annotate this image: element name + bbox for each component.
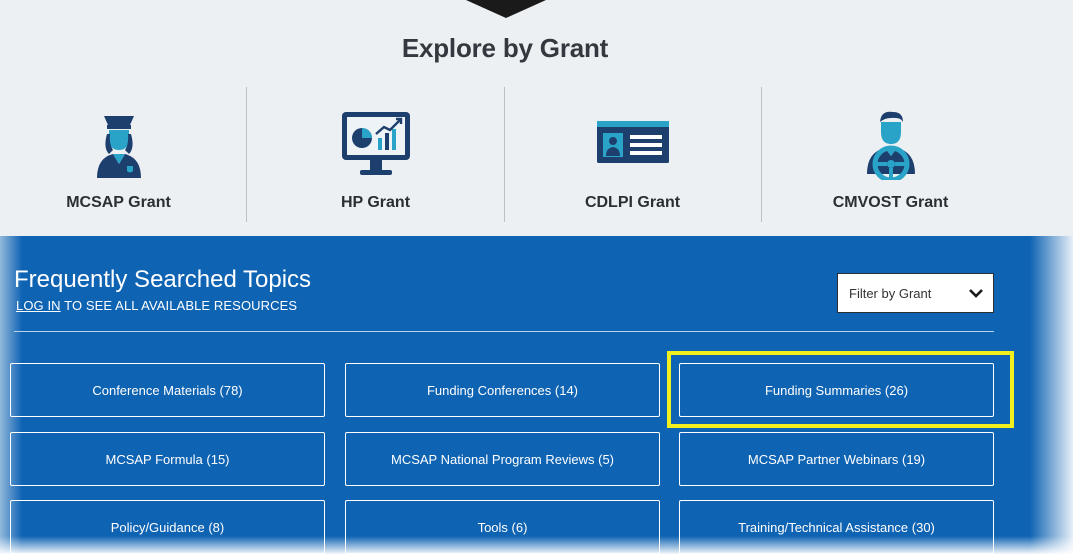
topic-button[interactable]: MCSAP Partner Webinars (19) — [679, 432, 994, 486]
section-divider — [14, 331, 994, 332]
grant-card-cdlpi[interactable]: CDLPI Grant — [504, 88, 761, 222]
id-card-icon — [596, 121, 669, 163]
topic-button[interactable]: MCSAP Formula (15) — [10, 432, 325, 486]
bottom-fade — [0, 536, 1073, 554]
login-notice-text: TO SEE ALL AVAILABLE RESOURCES — [60, 298, 298, 313]
grant-label: MCSAP Grant — [66, 194, 171, 211]
section-notch — [466, 0, 546, 18]
grant-card-mcsap[interactable]: MCSAP Grant — [0, 88, 247, 222]
monitor-chart-icon — [341, 112, 410, 175]
page: Explore by Grant MCSAP Grant HP Grant CD… — [0, 0, 1073, 554]
login-link[interactable]: LOG IN — [16, 298, 61, 313]
chevron-down-icon — [969, 289, 983, 298]
driver-icon — [866, 111, 915, 180]
officer-icon — [96, 116, 141, 178]
highlight-box — [667, 351, 1014, 428]
topic-button[interactable]: Conference Materials (78) — [10, 363, 325, 417]
login-notice: LOG IN TO SEE ALL AVAILABLE RESOURCES — [16, 298, 297, 313]
section-title: Frequently Searched Topics — [14, 266, 312, 293]
grant-label: CMVOST Grant — [832, 194, 949, 211]
grant-card-hp[interactable]: HP Grant — [247, 88, 504, 222]
topic-button[interactable]: MCSAP National Program Reviews (5) — [345, 432, 660, 486]
filter-label: Filter by Grant — [849, 286, 932, 301]
explore-title: Explore by Grant — [401, 33, 609, 63]
grant-label: CDLPI Grant — [584, 194, 681, 211]
filter-by-grant-select[interactable]: Filter by Grant — [837, 273, 994, 313]
topic-button[interactable]: Funding Conferences (14) — [345, 363, 660, 417]
grant-label: HP Grant — [340, 194, 411, 211]
grant-card-cmvost[interactable]: CMVOST Grant — [762, 88, 1019, 222]
